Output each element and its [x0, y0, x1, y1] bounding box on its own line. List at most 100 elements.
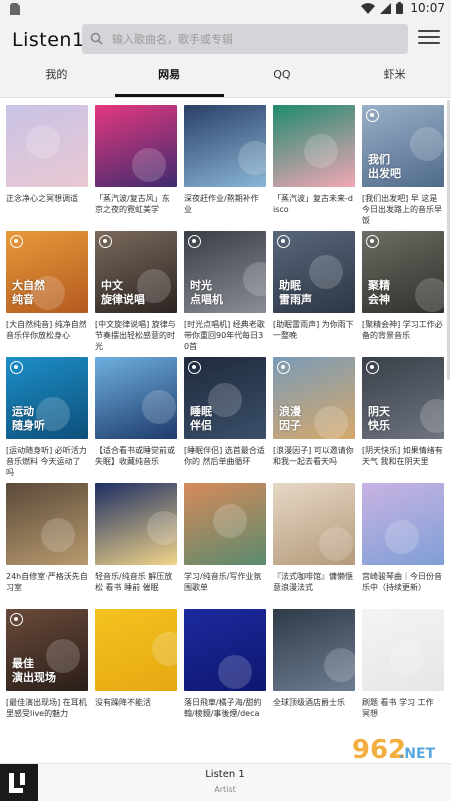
playlist-cover[interactable] [273, 105, 355, 187]
netease-badge-icon [10, 235, 23, 248]
playlist-title[interactable]: [我们出发吧] 早 这是今日出发路上的音乐早饭 [362, 193, 444, 227]
playlist-title[interactable]: 学习/纯音乐/写作业氛围歌单 [184, 571, 266, 605]
cover-caption: 浪漫 因子 [279, 405, 301, 432]
status-time: 10:07 [410, 1, 445, 15]
playlist-title[interactable]: [中文旋律说唱] 旋律与节奏摆出轻松感意的时光 [95, 319, 177, 353]
playlist-cover[interactable]: 聚精 会神 [362, 231, 444, 313]
playlist-card[interactable]: 正念净心之冥想调适 [6, 105, 88, 231]
playlist-cover[interactable] [273, 483, 355, 565]
player-bar[interactable]: Listen 1 Artist [0, 763, 451, 801]
playlist-cover[interactable] [95, 105, 177, 187]
playlist-cover[interactable]: 运动 随身听 [6, 357, 88, 439]
playlist-cover[interactable] [6, 483, 88, 565]
tab-2[interactable]: QQ [226, 62, 339, 97]
playlist-card[interactable]: 我们 出发吧 [我们出发吧] 早 这是今日出发路上的音乐早饭 [362, 105, 444, 231]
playlist-card[interactable]: 「蒸汽波」复古未来-disco [273, 105, 355, 231]
tab-1[interactable]: 网易 [113, 62, 226, 97]
playlist-title[interactable]: 「蒸汽波/复古风」东京之夜的霓虹美学 [95, 193, 177, 227]
playlist-title[interactable]: 宫崎骏琴曲｜今日份音乐中（持续更新） [362, 571, 444, 605]
playlist-card[interactable]: 运动 随身听 [运动随身听] 必听活力音乐燃料 今天运动了吗 [6, 357, 88, 483]
cover-caption: 阴天 快乐 [368, 405, 390, 432]
playlist-card[interactable]: 落日飛車/橘子海/甜約翰/棱鏡/事後煙/deca [184, 609, 266, 735]
playlist-title[interactable]: 「蒸汽波」复古未来-disco [273, 193, 355, 227]
status-bar: 10:07 [0, 0, 451, 18]
playlist-card[interactable]: 轻音乐/纯音乐 解压放松 看书 睡前 催眠 [95, 483, 177, 609]
playlist-title[interactable]: 深夜赶作业/熬期补作业 [184, 193, 266, 227]
netease-badge-icon [188, 361, 201, 374]
playlist-title[interactable]: 正念净心之冥想调适 [6, 193, 88, 227]
playlist-cover[interactable]: 时光 点唱机 [184, 231, 266, 313]
playlist-title[interactable]: 【适合看书或睡觉前或失眠】收藏纯音乐 [95, 445, 177, 479]
playlist-card[interactable]: 阴天 快乐 [阴天快乐] 如果情绪有天气 我和在阴天里 [362, 357, 444, 483]
playlist-title[interactable]: [最佳演出现场] 在耳机里感受live的魅力 [6, 697, 88, 731]
playlist-card[interactable]: 最佳 演出现场 [最佳演出现场] 在耳机里感受live的魅力 [6, 609, 88, 735]
playlist-title[interactable]: [浪漫因子] 可以邀请你和我一起去看天吗 [273, 445, 355, 479]
playlist-cover[interactable] [95, 609, 177, 691]
playlist-title[interactable]: [时光点唱机] 经典老歌带你重回90年代每日30首 [184, 319, 266, 353]
playlist-title[interactable]: [睡眠伴侣] 选首最合适你的 然后单曲循环 [184, 445, 266, 479]
playlist-card[interactable]: 睡眠 伴侣 [睡眠伴侣] 选首最合适你的 然后单曲循环 [184, 357, 266, 483]
playlist-card[interactable]: 没有躁降不能活 [95, 609, 177, 735]
playlist-card[interactable]: 中文 旋律说唱 [中文旋律说唱] 旋律与节奏摆出轻松感意的时光 [95, 231, 177, 357]
playlist-card[interactable]: 24h自修室·严格沃先自习室 [6, 483, 88, 609]
playlist-title[interactable]: [助眠雷雨声] 为你雨下一整晚 [273, 319, 355, 353]
playlist-grid: 正念净心之冥想调适 「蒸汽波/复古风」东京之夜的霓虹美学 深夜赶作业/熬期补作业 「蒸… [6, 105, 446, 735]
playlist-title[interactable]: [大自然纯音] 纯净自然音乐伴你放松身心 [6, 319, 88, 353]
playlist-cover[interactable] [184, 105, 266, 187]
playlist-cover[interactable]: 睡眠 伴侣 [184, 357, 266, 439]
netease-badge-icon [366, 235, 379, 248]
playlist-cover[interactable]: 阴天 快乐 [362, 357, 444, 439]
playlist-cover[interactable] [184, 609, 266, 691]
playlist-card[interactable]: 全球顶级酒店爵士乐 [273, 609, 355, 735]
netease-badge-icon [277, 361, 290, 374]
playlist-cover[interactable] [95, 483, 177, 565]
playlist-title[interactable]: [运动随身听] 必听活力音乐燃料 今天运动了吗 [6, 445, 88, 479]
tab-3[interactable]: 虾米 [338, 62, 451, 97]
playlist-cover[interactable] [6, 105, 88, 187]
playlist-cover[interactable] [362, 609, 444, 691]
playlist-cover[interactable] [184, 483, 266, 565]
playlist-card[interactable]: 【适合看书或睡觉前或失眠】收藏纯音乐 [95, 357, 177, 483]
app-logo-icon[interactable] [0, 764, 38, 801]
playlist-card[interactable]: 刷题 看书 学习 工作 冥想 [362, 609, 444, 735]
sim-card-icon [10, 3, 20, 15]
playlist-cover[interactable]: 最佳 演出现场 [6, 609, 88, 691]
playlist-card[interactable]: 「蒸汽波/复古风」东京之夜的霓虹美学 [95, 105, 177, 231]
scrollbar[interactable] [447, 100, 450, 380]
playlist-card[interactable]: 聚精 会神 [聚精会神] 学习工作必备的背景音乐 [362, 231, 444, 357]
netease-badge-icon [366, 109, 379, 122]
netease-badge-icon [10, 613, 23, 626]
playlist-title[interactable]: [阴天快乐] 如果情绪有天气 我和在阴天里 [362, 445, 444, 479]
playlist-title[interactable]: 没有躁降不能活 [95, 697, 177, 731]
now-playing-title: Listen 1 [205, 769, 245, 780]
playlist-cover[interactable]: 助眠 雷雨声 [273, 231, 355, 313]
playlist-cover[interactable]: 我们 出发吧 [362, 105, 444, 187]
menu-icon[interactable] [418, 30, 440, 48]
playlist-cover[interactable] [273, 609, 355, 691]
playlist-title[interactable]: 24h自修室·严格沃先自习室 [6, 571, 88, 605]
search-input[interactable] [112, 24, 402, 54]
playlist-cover[interactable]: 浪漫 因子 [273, 357, 355, 439]
playlist-card[interactable]: 深夜赶作业/熬期补作业 [184, 105, 266, 231]
playlist-title[interactable]: 『法式咖啡馆』慵懒惬意浪漫法式 [273, 571, 355, 605]
tab-0[interactable]: 我的 [0, 62, 113, 97]
playlist-card[interactable]: 时光 点唱机 [时光点唱机] 经典老歌带你重回90年代每日30首 [184, 231, 266, 357]
playlist-cover[interactable] [362, 483, 444, 565]
playlist-title[interactable]: [聚精会神] 学习工作必备的背景音乐 [362, 319, 444, 353]
cover-caption: 中文 旋律说唱 [101, 279, 145, 306]
playlist-title[interactable]: 轻音乐/纯音乐 解压放松 看书 睡前 催眠 [95, 571, 177, 605]
playlist-card[interactable]: 助眠 雷雨声 [助眠雷雨声] 为你雨下一整晚 [273, 231, 355, 357]
playlist-cover[interactable] [95, 357, 177, 439]
search-box[interactable] [82, 24, 408, 54]
playlist-grid-area[interactable]: 正念净心之冥想调适 「蒸汽波/复古风」东京之夜的霓虹美学 深夜赶作业/熬期补作业 「蒸… [0, 98, 451, 763]
playlist-cover[interactable]: 中文 旋律说唱 [95, 231, 177, 313]
playlist-card[interactable]: 宫崎骏琴曲｜今日份音乐中（持续更新） [362, 483, 444, 609]
playlist-card[interactable]: 『法式咖啡馆』慵懒惬意浪漫法式 [273, 483, 355, 609]
playlist-card[interactable]: 大自然 纯音 [大自然纯音] 纯净自然音乐伴你放松身心 [6, 231, 88, 357]
playlist-cover[interactable]: 大自然 纯音 [6, 231, 88, 313]
wifi-icon [361, 2, 375, 14]
playlist-title[interactable]: 落日飛車/橘子海/甜約翰/棱鏡/事後煙/deca [184, 697, 266, 731]
netease-badge-icon [99, 235, 112, 248]
playlist-card[interactable]: 学习/纯音乐/写作业氛围歌单 [184, 483, 266, 609]
playlist-card[interactable]: 浪漫 因子 [浪漫因子] 可以邀请你和我一起去看天吗 [273, 357, 355, 483]
